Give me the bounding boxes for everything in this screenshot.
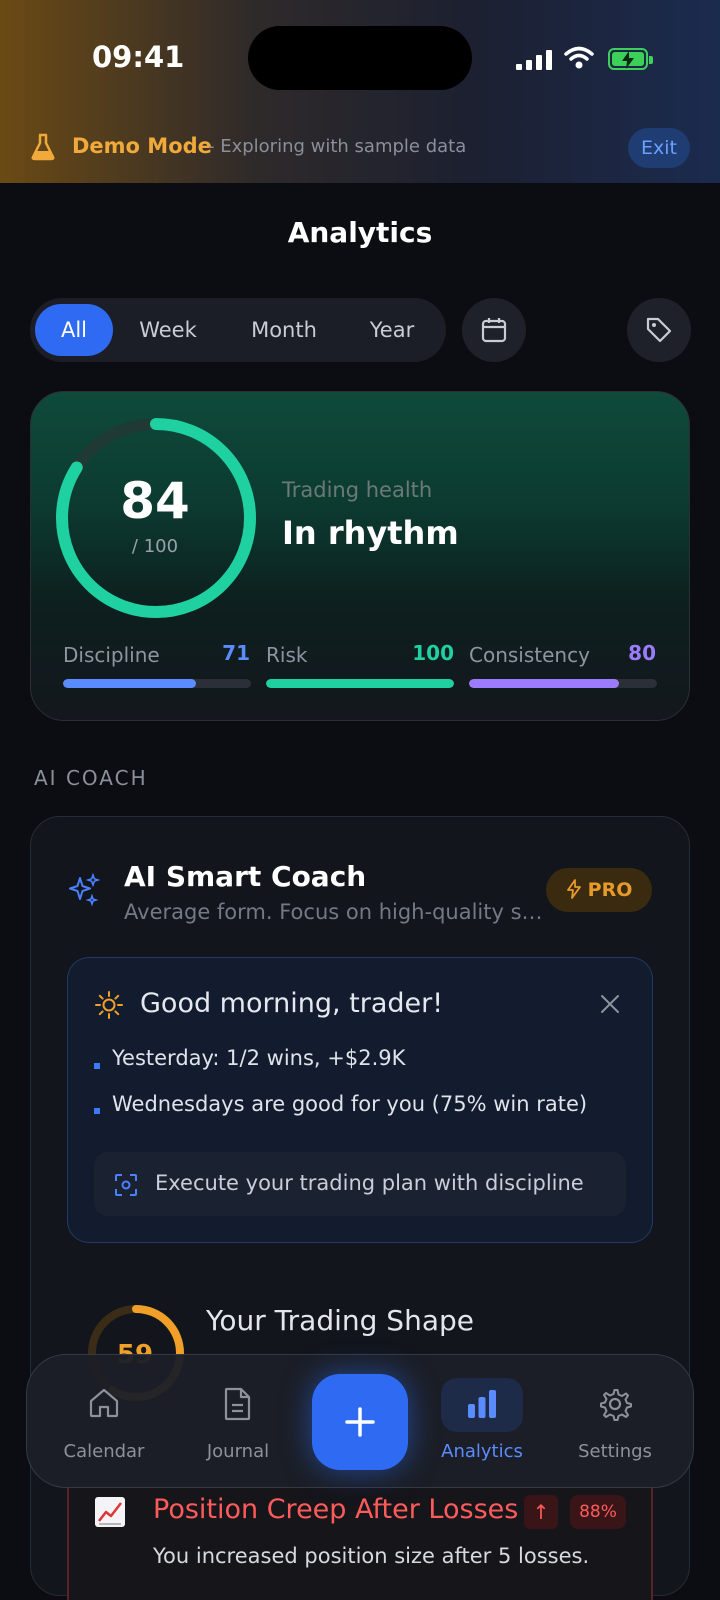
status-time: 09:41	[92, 40, 185, 74]
flask-icon	[31, 133, 55, 161]
tab-week[interactable]: Week	[126, 304, 210, 356]
metric-consistency-label: Consistency	[469, 643, 590, 667]
health-score: 84	[120, 472, 190, 530]
calendar-icon	[481, 318, 507, 343]
tag-icon	[646, 317, 672, 343]
document-icon	[224, 1387, 251, 1421]
health-status: In rhythm	[282, 514, 459, 552]
metric-consistency-value: 80	[628, 641, 656, 665]
dynamic-island	[248, 26, 472, 90]
tab-month[interactable]: Month	[236, 304, 332, 356]
tab-calendar-label: Calendar	[63, 1441, 145, 1462]
briefing-bullet: Yesterday: 1/2 wins, +$2.9K	[112, 1046, 406, 1070]
tab-all[interactable]: All	[35, 304, 113, 356]
demo-mode-title: Demo Mode	[72, 134, 212, 158]
insight-percent: 88%	[570, 1495, 626, 1529]
metric-risk-value: 100	[412, 641, 454, 665]
focus-icon	[115, 1174, 137, 1196]
period-selector: All Week Month Year	[30, 298, 446, 362]
sun-icon	[95, 991, 123, 1019]
sparkles-icon	[69, 872, 101, 907]
bar-chart-icon	[468, 1390, 496, 1418]
bullet-dot	[94, 1108, 100, 1114]
arrow-up-icon: ↑	[524, 1495, 558, 1529]
metric-discipline-label: Discipline	[63, 643, 160, 667]
insight-description: You increased position size after 5 loss…	[153, 1544, 590, 1568]
pro-badge[interactable]: PRO	[546, 868, 652, 912]
tab-analytics-label: Analytics	[441, 1441, 523, 1462]
briefing-bullet: Wednesdays are good for you (75% win rat…	[112, 1092, 588, 1116]
pro-badge-label: PRO	[587, 879, 633, 901]
metric-discipline-bar	[63, 679, 251, 688]
greeting-text: Good morning, trader!	[140, 988, 444, 1019]
date-range-button[interactable]	[462, 298, 526, 362]
add-trade-button[interactable]	[312, 1374, 408, 1470]
insight-title: Position Creep After Losses	[153, 1494, 519, 1525]
bullet-dot	[94, 1063, 100, 1069]
tab-year[interactable]: Year	[358, 304, 426, 356]
trading-shape-title: Your Trading Shape	[206, 1304, 474, 1337]
lightning-icon	[566, 879, 581, 899]
health-score-max: / 100	[131, 536, 179, 557]
metric-risk-bar	[266, 679, 454, 688]
ai-coach-title: AI Smart Coach	[124, 860, 367, 893]
chart-trend-icon	[95, 1497, 125, 1527]
close-icon[interactable]	[598, 992, 622, 1016]
cellular-signal-icon	[516, 50, 552, 70]
metric-consistency-bar	[469, 679, 657, 688]
health-label: Trading health	[282, 478, 433, 502]
demo-mode-subtitle: - Exploring with sample data	[208, 136, 467, 157]
tab-settings-label: Settings	[578, 1441, 652, 1462]
home-icon	[89, 1388, 119, 1418]
metric-discipline-value: 71	[222, 641, 250, 665]
page-title: Analytics	[287, 216, 433, 249]
gear-icon	[600, 1389, 632, 1421]
ai-coach-subtitle: Average form. Focus on high-quality setu…	[124, 900, 544, 924]
battery-icon	[608, 48, 653, 70]
plan-reminder-text: Execute your trading plan with disciplin…	[155, 1171, 584, 1195]
ai-coach-section-label: AI COACH	[34, 766, 148, 790]
wifi-icon	[564, 46, 594, 69]
tags-button[interactable]	[627, 298, 691, 362]
metric-risk-label: Risk	[266, 643, 308, 667]
tab-journal-label: Journal	[206, 1441, 270, 1462]
plus-icon	[345, 1407, 375, 1437]
exit-demo-button[interactable]: Exit	[628, 128, 690, 168]
